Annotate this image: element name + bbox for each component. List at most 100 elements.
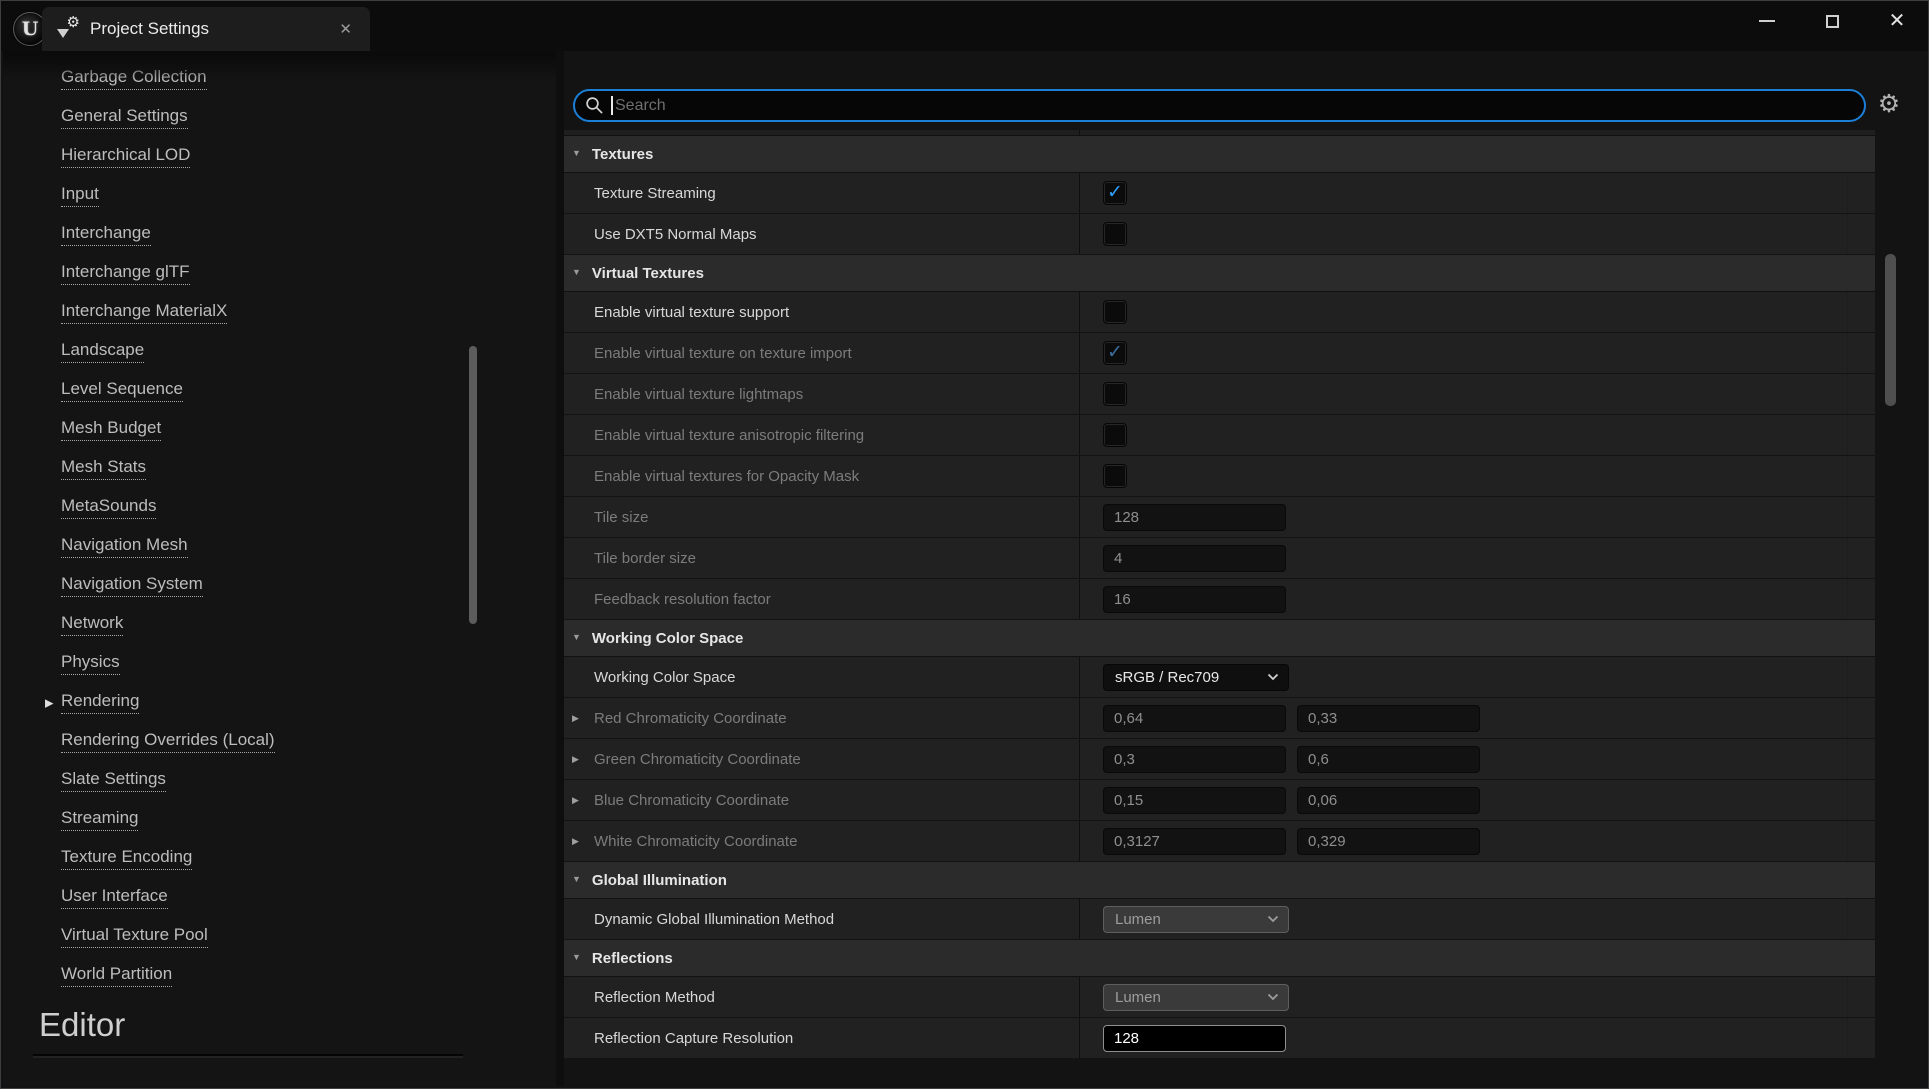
setting-label: Green Chromaticity Coordinate — [594, 751, 801, 768]
enable-vt-on-texture-import-checkbox[interactable]: ✓ — [1103, 341, 1127, 365]
sidebar-scrollbar-thumb[interactable] — [469, 346, 477, 624]
green-chromaticity-y-input[interactable] — [1297, 746, 1480, 773]
check-icon: ✓ — [1107, 343, 1123, 362]
section-header-virtual-textures[interactable]: ▼ Virtual Textures — [564, 255, 1875, 292]
sidebar-item-input[interactable]: ▶Input — [3, 176, 556, 215]
setting-label: Texture Streaming — [594, 185, 716, 202]
settings-options-button[interactable]: ⚙ — [1874, 87, 1904, 121]
setting-label: Enable virtual texture anisotropic filte… — [594, 427, 864, 444]
enable-vt-anisotropic-filtering-checkbox[interactable]: ✓ — [1103, 423, 1127, 447]
chevron-down-icon — [1267, 915, 1279, 923]
enable-virtual-texture-support-checkbox[interactable]: ✓ — [1103, 300, 1127, 324]
green-chromaticity-x-input[interactable] — [1103, 746, 1286, 773]
sidebar-item-label: Landscape — [61, 340, 144, 363]
sidebar-item-garbage-collection[interactable]: ▶Garbage Collection — [3, 59, 556, 98]
section-header-working-color-space[interactable]: ▼ Working Color Space — [564, 620, 1875, 657]
sidebar-item-streaming[interactable]: ▶Streaming — [3, 800, 556, 839]
enable-vt-opacity-mask-checkbox[interactable]: ✓ — [1103, 464, 1127, 488]
sidebar-item-label: Navigation Mesh — [61, 535, 188, 558]
settings-row: Enable virtual textures for Opacity Mask… — [564, 456, 1875, 497]
dynamic-gi-method-dropdown[interactable]: Lumen — [1103, 906, 1289, 933]
gear-icon: ⚙ — [1878, 92, 1900, 117]
settings-row: Tile size — [564, 497, 1875, 538]
window-controls: ✕ — [1717, 5, 1912, 37]
section-header-textures[interactable]: ▼ Textures — [564, 136, 1875, 173]
feedback-resolution-factor-input[interactable] — [1103, 586, 1286, 613]
blue-chromaticity-x-input[interactable] — [1103, 787, 1286, 814]
settings-row: Tile border size — [564, 538, 1875, 579]
sidebar-item-label: Rendering — [61, 691, 139, 714]
white-chromaticity-y-input[interactable] — [1297, 828, 1480, 855]
reflection-capture-resolution-input[interactable] — [1103, 1025, 1286, 1052]
sidebar-item-label: Input — [61, 184, 99, 207]
sidebar-item-texture-encoding[interactable]: ▶Texture Encoding — [3, 839, 556, 878]
settings-row: Enable virtual texture on texture import… — [564, 333, 1875, 374]
sidebar-item-label: World Partition — [61, 964, 172, 987]
sidebar-item-label: Navigation System — [61, 574, 203, 597]
red-chromaticity-y-input[interactable] — [1297, 705, 1480, 732]
tab-project-settings[interactable]: ⚙ Project Settings ✕ — [42, 7, 370, 51]
texture-streaming-checkbox[interactable]: ✓ — [1103, 181, 1127, 205]
setting-label: Reflection Method — [594, 989, 715, 1006]
unreal-logo-letter: U — [22, 18, 39, 40]
sidebar-item-label: Texture Encoding — [61, 847, 192, 870]
settings-row: Texture Streaming ✓ — [564, 173, 1875, 214]
tab-close-icon[interactable]: ✕ — [335, 18, 356, 40]
expand-row-icon[interactable]: ▶ — [572, 795, 579, 806]
sidebar-item-label: Garbage Collection — [61, 67, 207, 90]
search-bar — [573, 89, 1866, 122]
setting-label: Tile size — [594, 509, 648, 526]
expand-row-icon[interactable]: ▶ — [572, 836, 579, 847]
funnel-shape — [57, 29, 69, 38]
sidebar-item-user-interface[interactable]: ▶User Interface — [3, 878, 556, 917]
main-scrollbar-thumb[interactable] — [1885, 254, 1896, 406]
search-input[interactable] — [615, 97, 1852, 115]
section-header-reflections[interactable]: ▼ Reflections — [564, 940, 1875, 977]
tile-border-size-input[interactable] — [1103, 545, 1286, 572]
setting-label: Red Chromaticity Coordinate — [594, 710, 787, 727]
sidebar-item-interchange[interactable]: ▶Interchange — [3, 215, 556, 254]
close-button[interactable]: ✕ — [1882, 5, 1912, 37]
setting-label: Dynamic Global Illumination Method — [594, 911, 834, 928]
sidebar-item-label: Rendering Overrides (Local) — [61, 730, 275, 753]
sidebar-item-rendering-overrides[interactable]: ▶Rendering Overrides (Local) — [3, 722, 556, 761]
selected-category-icon: ▶ — [45, 696, 53, 709]
sidebar-item-physics[interactable]: ▶Physics — [3, 644, 556, 683]
sidebar-item-world-partition[interactable]: ▶World Partition — [3, 956, 556, 995]
project-settings-window: U ⚙ Project Settings ✕ ✕ ▶Garbage Collec… — [0, 0, 1929, 1089]
maximize-button[interactable] — [1817, 5, 1847, 37]
reflection-method-dropdown[interactable]: Lumen — [1103, 984, 1289, 1011]
chevron-down-icon: ▼ — [572, 632, 581, 642]
red-chromaticity-x-input[interactable] — [1103, 705, 1286, 732]
minimize-button[interactable] — [1752, 5, 1782, 37]
enable-vt-lightmaps-checkbox[interactable]: ✓ — [1103, 382, 1127, 406]
setting-label: Enable virtual texture support — [594, 304, 789, 321]
sidebar-item-hierarchical-lod[interactable]: ▶Hierarchical LOD — [3, 137, 556, 176]
chevron-down-icon — [1267, 993, 1279, 1001]
sidebar-item-label: MetaSounds — [61, 496, 156, 519]
expand-row-icon[interactable]: ▶ — [572, 754, 579, 765]
setting-label: Blue Chromaticity Coordinate — [594, 792, 789, 809]
sidebar-item-virtual-texture-pool[interactable]: ▶Virtual Texture Pool — [3, 917, 556, 956]
white-chromaticity-x-input[interactable] — [1103, 828, 1286, 855]
expand-row-icon[interactable]: ▶ — [572, 713, 579, 724]
sidebar-item-label: Physics — [61, 652, 120, 675]
sidebar-item-rendering[interactable]: ▶ Rendering — [3, 683, 556, 722]
setting-label: Enable virtual texture on texture import — [594, 345, 852, 362]
use-dxt5-normal-maps-checkbox[interactable]: ✓ — [1103, 222, 1127, 246]
section-title: Reflections — [592, 950, 673, 967]
sidebar-item-interchange-gltf[interactable]: ▶Interchange glTF — [3, 254, 556, 293]
blue-chromaticity-y-input[interactable] — [1297, 787, 1480, 814]
sidebar-item-general-settings[interactable]: ▶General Settings — [3, 98, 556, 137]
settings-row: ▶ Blue Chromaticity Coordinate — [564, 780, 1875, 821]
chevron-down-icon: ▼ — [572, 267, 581, 277]
tile-size-input[interactable] — [1103, 504, 1286, 531]
section-header-global-illumination[interactable]: ▼ Global Illumination — [564, 862, 1875, 899]
working-color-space-dropdown[interactable]: sRGB / Rec709 — [1103, 664, 1289, 691]
setting-label: Enable virtual texture lightmaps — [594, 386, 803, 403]
settings-row: Use DXT5 Normal Maps ✓ — [564, 214, 1875, 255]
sidebar-item-interchange-materialx[interactable]: ▶Interchange MaterialX — [3, 293, 556, 332]
sidebar-item-slate-settings[interactable]: ▶Slate Settings — [3, 761, 556, 800]
chevron-down-icon — [1267, 673, 1279, 681]
section-title: Global Illumination — [592, 872, 727, 889]
